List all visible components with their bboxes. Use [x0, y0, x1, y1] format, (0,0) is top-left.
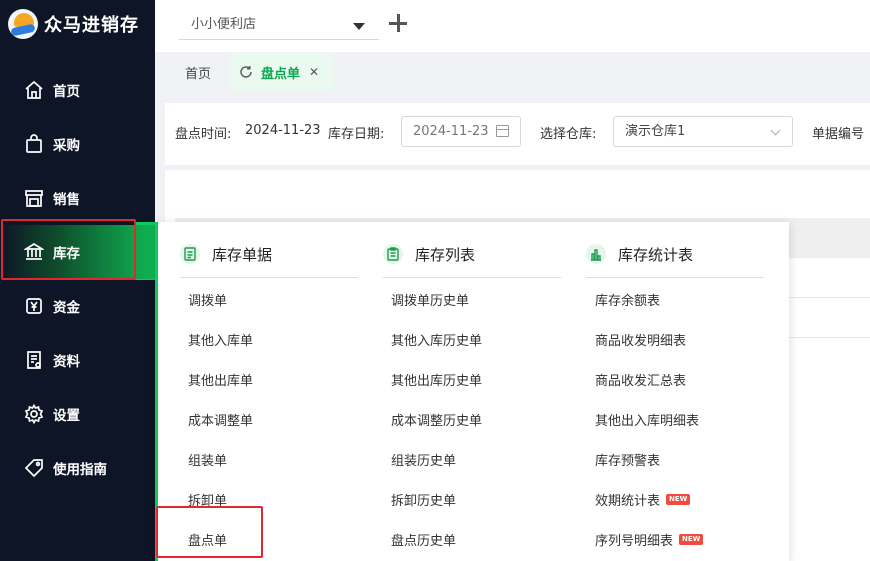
highlight-box-inventory — [1, 219, 136, 280]
sidebar-item-label: 设置 — [53, 408, 80, 424]
menu-column-title: 库存统计表 — [618, 246, 694, 264]
menu-item-transfer[interactable]: 调拨单 — [188, 290, 227, 309]
gear-icon — [24, 404, 44, 424]
tag-icon — [24, 459, 43, 478]
refresh-icon[interactable] — [239, 65, 253, 79]
store-icon — [25, 190, 43, 207]
menu-item-disassembly-history[interactable]: 拆卸历史单 — [391, 490, 456, 509]
menu-column-head-lists: 库存列表 — [383, 244, 561, 278]
app-name: 众马进销存 — [44, 14, 139, 36]
home-icon — [25, 80, 43, 99]
sidebar-item-label: 采购 — [53, 138, 80, 154]
document-list-icon — [180, 244, 200, 264]
warehouse-select[interactable]: 演示仓库1 — [613, 116, 793, 147]
menu-item-assembly[interactable]: 组装单 — [188, 450, 227, 469]
new-badge: NEW — [666, 494, 691, 505]
tab-home[interactable]: 首页 — [167, 53, 229, 91]
menu-item-other-outbound-history[interactable]: 其他出库历史单 — [391, 370, 482, 389]
bag-icon — [26, 134, 42, 153]
new-badge: NEW — [679, 534, 704, 545]
sidebar-item-data[interactable]: 资料 — [0, 333, 155, 387]
store-select-value: 小小便利店 — [191, 17, 257, 32]
store-select[interactable]: 小小便利店 — [179, 6, 379, 40]
menu-item-goods-movement-detail[interactable]: 商品收发明细表 — [595, 330, 686, 349]
sidebar-item-settings[interactable]: 设置 — [0, 387, 155, 441]
sidebar-item-home[interactable]: 首页 — [0, 63, 155, 117]
bar-chart-icon — [586, 244, 606, 264]
menu-item-stock-balance[interactable]: 库存余额表 — [595, 290, 660, 309]
tabs-bar: 首页 盘点单 ✕ — [155, 52, 870, 92]
menu-item-serial-detail[interactable]: 序列号明细表 NEW — [595, 530, 704, 549]
sidebar-item-label: 首页 — [53, 84, 80, 100]
menu-column-head-documents: 库存单据 — [180, 244, 358, 278]
menu-item-label: 效期统计表 — [595, 494, 661, 509]
menu-column-title: 库存单据 — [212, 246, 273, 264]
menu-item-stock-alert[interactable]: 库存预警表 — [595, 450, 660, 469]
sidebar-item-funds[interactable]: 资金 — [0, 279, 155, 333]
stock-date-label: 库存日期: — [328, 127, 385, 142]
caret-down-icon — [353, 23, 365, 30]
warehouse-label: 选择仓库: — [540, 127, 597, 142]
add-store-plus-icon[interactable] — [387, 12, 409, 34]
menu-item-cost-adjust[interactable]: 成本调整单 — [188, 410, 253, 429]
top-header: 小小便利店 — [155, 0, 870, 52]
sidebar-item-purchase[interactable]: 采购 — [0, 117, 155, 171]
yen-icon — [26, 298, 42, 314]
menu-item-other-inbound[interactable]: 其他入库单 — [188, 330, 253, 349]
filter-panel: 盘点时间: 2024-11-23 库存日期: 2024-11-23 选择仓库: … — [165, 103, 870, 165]
menu-item-expiry-stats[interactable]: 效期统计表 NEW — [595, 490, 691, 509]
doc-number-label: 单据编号 — [812, 127, 865, 142]
menu-column-title: 库存列表 — [415, 246, 476, 264]
clipboard-list-icon — [383, 244, 403, 264]
menu-item-stocktake-history[interactable]: 盘点历史单 — [391, 530, 456, 549]
menu-item-label: 序列号明细表 — [595, 534, 674, 549]
menu-item-assembly-history[interactable]: 组装历史单 — [391, 450, 456, 469]
menu-item-other-io-detail[interactable]: 其他出入库明细表 — [595, 410, 699, 429]
sidebar-item-guide[interactable]: 使用指南 — [0, 441, 155, 495]
app-logo[interactable]: 众马进销存 — [0, 0, 155, 47]
menu-item-cost-adjust-history[interactable]: 成本调整历史单 — [391, 410, 482, 429]
stock-date-value: 2024-11-23 — [413, 124, 489, 139]
document-icon — [27, 351, 41, 369]
sidebar-item-sales[interactable]: 销售 — [0, 171, 155, 225]
count-time-label: 盘点时间: — [175, 127, 232, 142]
logo-mark-icon — [8, 8, 38, 39]
menu-item-goods-movement-summary[interactable]: 商品收发汇总表 — [595, 370, 686, 389]
chevron-down-icon — [770, 125, 781, 136]
sidebar-item-label: 使用指南 — [53, 462, 107, 478]
sidebar-item-label: 资金 — [53, 300, 80, 316]
sidebar-item-label: 销售 — [53, 192, 80, 208]
menu-column-head-reports: 库存统计表 — [586, 244, 764, 278]
sidebar-item-label: 资料 — [53, 354, 80, 370]
menu-item-transfer-history[interactable]: 调拨单历史单 — [391, 290, 469, 309]
tab-stocktake[interactable]: 盘点单 ✕ — [229, 53, 333, 91]
tab-label: 盘点单 — [261, 66, 301, 82]
close-icon[interactable]: ✕ — [309, 65, 319, 79]
count-time-value: 2024-11-23 — [245, 123, 321, 138]
menu-item-other-outbound[interactable]: 其他出库单 — [188, 370, 253, 389]
tab-label: 首页 — [184, 66, 211, 82]
warehouse-select-value: 演示仓库1 — [625, 124, 686, 139]
highlight-box-stocktake — [156, 506, 263, 558]
sidebar: 众马进销存 首页 采购 销售 库存 资金 资料 设置 使用指南 — [0, 0, 155, 561]
stock-date-input[interactable]: 2024-11-23 — [401, 116, 521, 147]
menu-item-other-inbound-history[interactable]: 其他入库历史单 — [391, 330, 482, 349]
calendar-icon — [496, 125, 509, 137]
